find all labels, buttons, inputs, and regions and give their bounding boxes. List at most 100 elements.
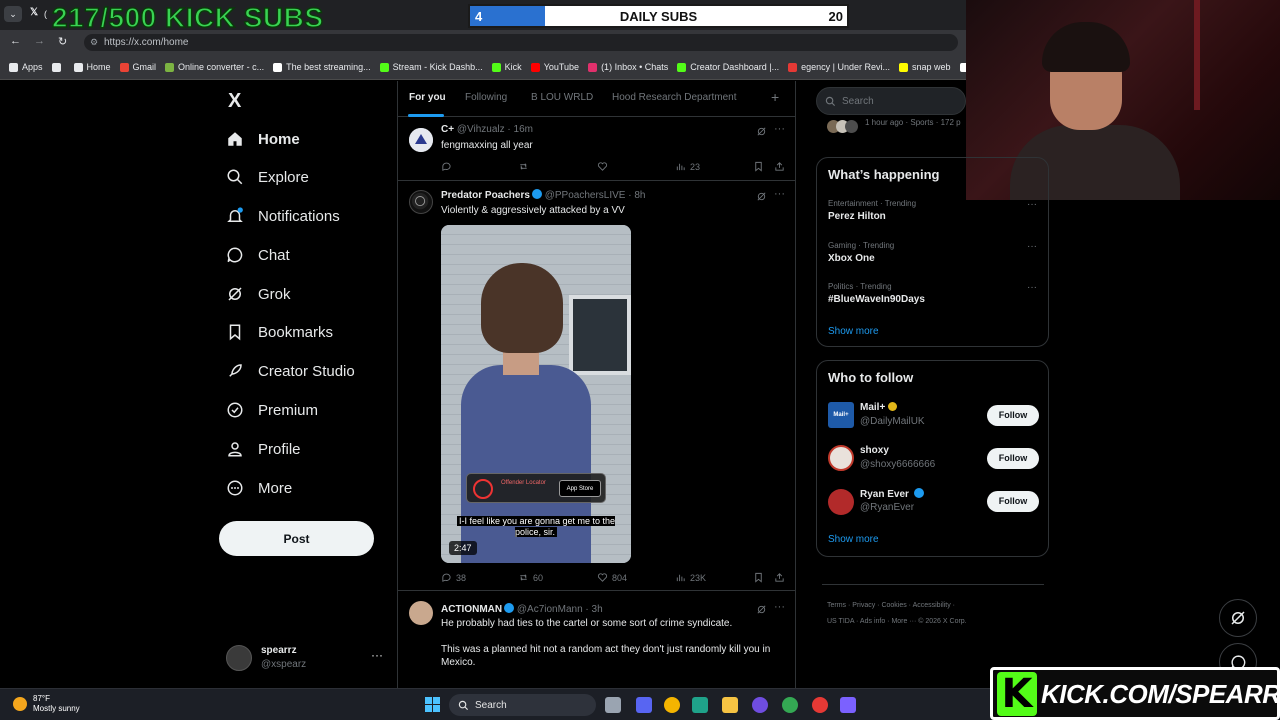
follow-button[interactable]: Follow — [987, 405, 1039, 426]
site-info-icon[interactable]: ⚙ — [90, 34, 98, 51]
tab-following[interactable]: Following — [465, 92, 507, 103]
show-more-link[interactable]: Show more — [828, 534, 879, 545]
follow-name[interactable]: Mail+ — [860, 402, 898, 413]
show-more-link[interactable]: Show more — [828, 326, 879, 337]
author-name[interactable]: Predator Poachers — [441, 190, 530, 201]
tab-b-lou-wrld[interactable]: B LOU WRLD — [531, 92, 593, 103]
tab-hood-research[interactable]: Hood Research Department — [612, 92, 737, 103]
app-icon[interactable] — [840, 697, 856, 713]
follow-button[interactable]: Follow — [987, 448, 1039, 469]
trend-more-icon[interactable]: ··· — [1027, 199, 1037, 210]
like-button[interactable] — [597, 161, 608, 172]
avatar[interactable] — [409, 128, 433, 152]
trend-more-icon[interactable]: ··· — [1027, 241, 1037, 252]
repost-button[interactable]: 60 — [518, 572, 543, 583]
bookmark-item[interactable]: Kick — [491, 62, 522, 72]
weather-temp[interactable]: 87°F — [33, 694, 50, 703]
bookmark-item[interactable] — [51, 62, 65, 72]
bookmark-item[interactable]: YouTube — [530, 62, 579, 72]
nav-premium[interactable]: Premium — [226, 398, 318, 422]
bookmark-item[interactable]: Apps — [9, 62, 43, 72]
post-button[interactable]: Post — [219, 521, 374, 556]
tweet-video[interactable]: Offender Locator App Store I-I feel like… — [441, 225, 631, 563]
trend-strip-meta[interactable]: 1 hour ago · Sports · 172 p — [865, 118, 961, 127]
footer-links-row2[interactable]: US TIDA · Ads info · More ··· © 2026 X C… — [827, 614, 1042, 630]
grok-icon[interactable] — [756, 604, 767, 615]
avatar[interactable] — [409, 190, 433, 214]
back-icon[interactable]: ← — [10, 35, 21, 47]
bookmark-item[interactable]: egency | Under Revi... — [788, 62, 890, 72]
add-tab-icon[interactable]: + — [771, 89, 779, 105]
reply-button[interactable]: 38 — [441, 572, 466, 583]
views-button[interactable]: 23 — [675, 161, 700, 172]
follow-name[interactable]: shoxy — [860, 445, 889, 456]
x-logo-icon[interactable]: X — [228, 90, 241, 113]
nav-chat[interactable]: Chat — [226, 243, 290, 267]
app-icon[interactable] — [812, 697, 828, 713]
file-explorer-icon[interactable] — [722, 697, 738, 713]
author-name[interactable]: ACTIONMAN — [441, 604, 502, 615]
bookmark-item[interactable]: Creator Dashboard |... — [677, 62, 779, 72]
discord-icon[interactable] — [636, 697, 652, 713]
avatar[interactable] — [409, 601, 433, 625]
bookmark-item[interactable]: snap web — [899, 62, 951, 72]
trend-more-icon[interactable]: ··· — [1027, 282, 1037, 293]
account-more-icon[interactable]: ··· — [371, 648, 383, 662]
nav-notifications[interactable]: Notifications — [226, 204, 340, 228]
tweet-more-icon[interactable]: ··· — [774, 601, 785, 613]
task-view-icon[interactable] — [605, 697, 621, 713]
author-handle[interactable]: @Vihzualz — [457, 124, 505, 135]
bookmark-item[interactable]: Online converter - c... — [165, 62, 264, 72]
author-handle[interactable]: @PPoachersLIVE — [545, 190, 626, 201]
tab-for-you[interactable]: For you — [409, 92, 446, 103]
tab-title[interactable]: ( — [44, 9, 47, 19]
avatar[interactable] — [828, 489, 854, 515]
tweet-more-icon[interactable]: ··· — [774, 123, 785, 135]
bookmark-icon[interactable] — [753, 572, 764, 583]
nav-explore[interactable]: Explore — [226, 165, 309, 189]
footer-links-row1[interactable]: Terms · Privacy · Cookies · Accessibilit… — [827, 598, 1042, 614]
like-button[interactable]: 804 — [597, 572, 627, 583]
avatar[interactable] — [828, 445, 854, 471]
trend-name[interactable]: Perez Hilton — [828, 211, 886, 222]
nav-bookmarks[interactable]: Bookmarks — [226, 320, 333, 344]
views-button[interactable]: 23K — [675, 572, 706, 583]
share-icon[interactable] — [774, 161, 785, 172]
account-switcher[interactable]: spearrz @xspearz ··· — [226, 642, 386, 674]
author-name[interactable]: C+ — [441, 124, 454, 135]
grok-icon[interactable] — [756, 126, 767, 137]
grok-icon[interactable] — [756, 191, 767, 202]
reload-icon[interactable]: ↻ — [58, 35, 67, 48]
bookmark-item[interactable]: (1) Inbox • Chats — [588, 62, 668, 72]
bookmark-icon[interactable] — [753, 161, 764, 172]
nav-creator-studio[interactable]: Creator Studio — [226, 359, 355, 383]
follow-name[interactable]: Ryan Ever — [860, 488, 924, 500]
windows-start-icon[interactable] — [425, 697, 441, 713]
repost-button[interactable] — [518, 161, 529, 172]
nav-profile[interactable]: Profile — [226, 437, 301, 461]
weather-description[interactable]: Mostly sunny — [33, 704, 80, 713]
tweet[interactable]: C+ @Vihzualz · 16m ··· fengmaxxing all y… — [398, 118, 795, 181]
x-tab-icon[interactable]: 𝕏 — [30, 7, 38, 18]
tweet-more-icon[interactable]: ··· — [774, 188, 785, 200]
author-handle[interactable]: @Ac7ionMann — [517, 604, 583, 615]
avatar[interactable]: Mail+ — [828, 402, 854, 428]
chrome-icon[interactable] — [782, 697, 798, 713]
reply-button[interactable] — [441, 161, 452, 172]
app-icon[interactable] — [752, 697, 768, 713]
nav-grok[interactable]: Grok — [226, 282, 291, 306]
bookmark-item[interactable]: The best streaming... — [273, 62, 371, 72]
app-icon[interactable] — [692, 697, 708, 713]
share-icon[interactable] — [774, 572, 785, 583]
trend-name[interactable]: Xbox One — [828, 253, 875, 264]
search-input[interactable]: Search — [816, 87, 966, 115]
tab-list-button[interactable]: ⌄ — [4, 6, 22, 22]
chrome-icon[interactable] — [664, 697, 680, 713]
bookmark-item[interactable]: Gmail — [119, 62, 156, 72]
grok-fab[interactable] — [1219, 599, 1257, 637]
taskbar-search[interactable]: Search — [449, 694, 596, 716]
forward-icon[interactable]: → — [34, 35, 45, 47]
follow-button[interactable]: Follow — [987, 491, 1039, 512]
bookmark-item[interactable]: Stream - Kick Dashb... — [379, 62, 483, 72]
url-field[interactable]: ⚙ https://x.com/home — [84, 34, 958, 51]
